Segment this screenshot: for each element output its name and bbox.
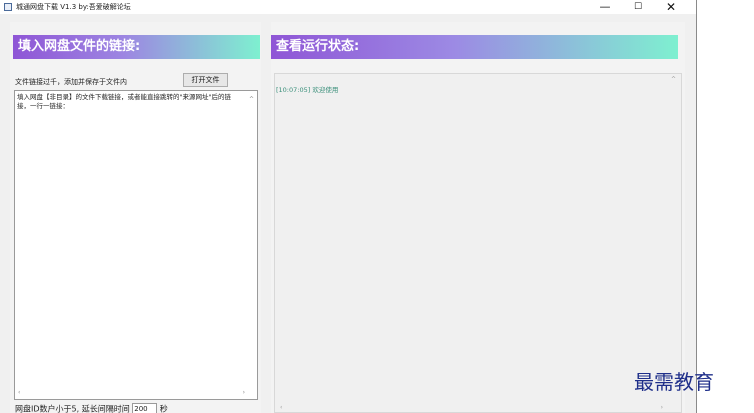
link-textarea-content: 填入网盘【非目录】的文件下载链接，或者能直接跳转的"来源网址"后的链接，一行一链… bbox=[17, 93, 231, 110]
delay-input[interactable]: 200 bbox=[132, 403, 158, 413]
file-hint-label: 文件链接过千，添加并保存于文件内 bbox=[15, 78, 127, 86]
scroll-right-icon[interactable]: › bbox=[661, 404, 663, 411]
scroll-left-icon[interactable]: ‹ bbox=[280, 404, 282, 411]
delay-settings-row: 网盘ID数户小于5, 延长间隔时间 200 秒 bbox=[15, 403, 168, 413]
window-title: 城通网盘下载 V1.3 by:吾爱破解论坛 bbox=[16, 3, 131, 11]
scroll-up-icon[interactable]: ^ bbox=[671, 76, 676, 83]
open-file-button[interactable]: 打开文件 bbox=[183, 73, 228, 87]
status-heading: 查看运行状态: bbox=[271, 35, 678, 59]
delay-unit-label: 秒 bbox=[159, 404, 168, 413]
scroll-up-icon[interactable]: ^ bbox=[249, 96, 254, 103]
link-textarea[interactable]: 填入网盘【非目录】的文件下载链接，或者能直接跳转的"来源网址"后的链接，一行一链… bbox=[14, 90, 258, 400]
delay-label: 延长间隔时间 bbox=[81, 404, 130, 413]
close-button[interactable]: ✕ bbox=[656, 0, 686, 14]
scroll-left-icon[interactable]: ‹ bbox=[18, 389, 20, 396]
status-log[interactable]: [10:07:05] 欢迎使用 ^ ‹ › bbox=[274, 73, 682, 413]
id-count-label: 网盘ID数户小于5 bbox=[15, 404, 77, 413]
app-window: 城通网盘下载 V1.3 by:吾爱破解论坛 — ☐ ✕ 填入网盘文件的链接: 查… bbox=[0, 0, 697, 413]
scroll-right-icon[interactable]: › bbox=[243, 389, 245, 396]
maximize-button[interactable]: ☐ bbox=[623, 0, 653, 14]
link-input-heading: 填入网盘文件的链接: bbox=[13, 35, 260, 59]
log-line: [10:07:05] 欢迎使用 bbox=[276, 86, 339, 94]
minimize-button[interactable]: — bbox=[590, 0, 620, 14]
title-bar: 城通网盘下载 V1.3 by:吾爱破解论坛 — ☐ ✕ bbox=[0, 0, 696, 14]
horizontal-scrollbar[interactable]: ‹ › bbox=[15, 389, 257, 399]
watermark-text: 最需教育 bbox=[634, 370, 714, 394]
app-icon bbox=[4, 3, 12, 11]
